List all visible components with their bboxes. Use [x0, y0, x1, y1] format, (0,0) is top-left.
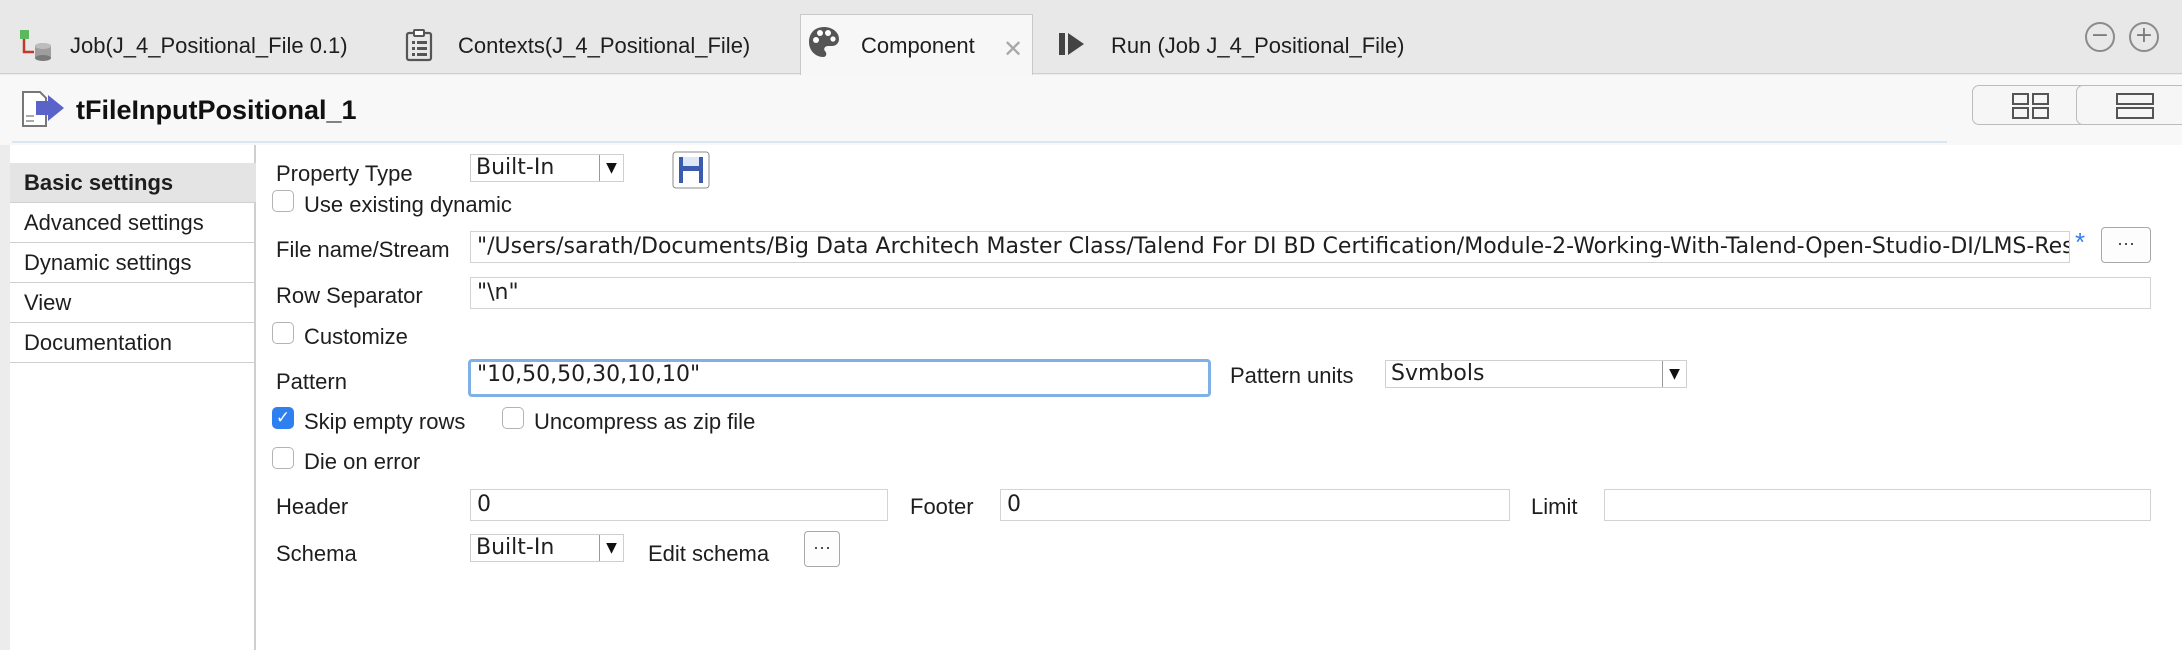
sidebar-item-advanced-settings[interactable]: Advanced settings: [10, 203, 256, 243]
dropdown-arrow-icon: ▼: [599, 535, 623, 561]
editor-tab-bar: Job(J_4_Positional_File 0.1) Contexts(J_…: [0, 0, 2182, 75]
sidebar-item-basic-settings[interactable]: Basic settings: [10, 163, 256, 203]
job-icon: [16, 28, 52, 68]
schema-select[interactable]: Built-In ▼: [470, 534, 624, 562]
component-icon: [20, 89, 66, 134]
use-existing-dynamic-label: Use existing dynamic: [304, 192, 512, 217]
close-icon[interactable]: ✕: [1003, 35, 1023, 64]
palette-icon: [807, 25, 841, 65]
footer-label: Footer: [910, 494, 974, 519]
tab-run-label: Run (Job J_4_Positional_File): [1111, 33, 1405, 58]
file-name-input[interactable]: "/Users/sarath/Documents/Big Data Archit…: [470, 231, 2070, 263]
grid-layout-icon: [2012, 93, 2049, 119]
pattern-input[interactable]: "10,50,50,30,10,10": [468, 359, 1211, 397]
pattern-units-select[interactable]: Svmbols ▼: [1385, 360, 1687, 388]
browse-file-button[interactable]: ···: [2101, 227, 2151, 263]
tab-contexts-label: Contexts(J_4_Positional_File): [458, 33, 751, 58]
tab-job-label: Job(J_4_Positional_File 0.1): [70, 33, 348, 58]
settings-sidebar: Basic settings Advanced settings Dynamic…: [10, 145, 256, 650]
minimize-icon[interactable]: −: [2085, 22, 2115, 52]
use-existing-dynamic-checkbox[interactable]: [272, 190, 294, 212]
header-divider: [12, 141, 1947, 143]
tab-component-label: Component: [861, 33, 975, 58]
property-type-value: Built-In: [476, 155, 555, 180]
limit-label: Limit: [1531, 494, 1578, 519]
skip-empty-rows-label: Skip empty rows: [304, 409, 466, 434]
basic-settings-panel: Property Type Built-In ▼ Use existing dy…: [256, 145, 2182, 650]
dropdown-arrow-icon: ▼: [599, 155, 623, 181]
customize-label: Customize: [304, 324, 408, 349]
uncompress-zip-label: Uncompress as zip file: [534, 409, 756, 434]
footer-input[interactable]: 0: [1000, 489, 1510, 521]
layout-stack-button[interactable]: [2076, 85, 2182, 125]
dropdown-arrow-icon: ▼: [1662, 361, 1686, 387]
customize-checkbox[interactable]: [272, 322, 294, 344]
row-separator-input[interactable]: "\n": [470, 277, 2151, 309]
sidebar-item-dynamic-settings[interactable]: Dynamic settings: [10, 243, 256, 283]
schema-label: Schema: [276, 541, 357, 566]
property-type-select[interactable]: Built-In ▼: [470, 154, 624, 182]
tab-contexts[interactable]: Contexts(J_4_Positional_File): [390, 14, 800, 74]
limit-input[interactable]: [1604, 489, 2151, 521]
skip-empty-rows-checkbox[interactable]: ✓: [272, 407, 294, 429]
run-icon: [1057, 31, 1087, 63]
tab-run[interactable]: Run (Job J_4_Positional_File): [1033, 14, 1453, 74]
row-separator-label: Row Separator: [276, 283, 423, 308]
uncompress-zip-checkbox[interactable]: [502, 407, 524, 429]
modified-marker: *: [2075, 227, 2086, 257]
file-name-label: File name/Stream: [276, 237, 450, 262]
sidebar-item-documentation[interactable]: Documentation: [10, 323, 256, 363]
die-on-error-checkbox[interactable]: [272, 447, 294, 469]
schema-value: Built-In: [476, 535, 555, 560]
save-icon[interactable]: [672, 151, 710, 194]
edit-schema-button[interactable]: ···: [804, 531, 840, 567]
pattern-label: Pattern: [276, 369, 347, 394]
header-input[interactable]: 0: [470, 489, 888, 521]
pattern-units-label: Pattern units: [1230, 363, 1354, 388]
header-label: Header: [276, 494, 349, 519]
pattern-units-value: Svmbols: [1391, 361, 1485, 386]
component-title: tFileInputPositional_1: [76, 95, 357, 125]
clipboard-icon: [404, 28, 436, 68]
die-on-error-label: Die on error: [304, 449, 421, 474]
property-type-label: Property Type: [276, 161, 413, 186]
tab-component[interactable]: Component ✕: [800, 14, 1033, 75]
edit-schema-label: Edit schema: [648, 541, 770, 566]
component-header: tFileInputPositional_1: [0, 75, 2182, 145]
stack-layout-icon: [2116, 93, 2154, 119]
maximize-icon[interactable]: +: [2129, 22, 2159, 52]
tab-job[interactable]: Job(J_4_Positional_File 0.1): [0, 14, 390, 74]
sidebar-item-view[interactable]: View: [10, 283, 256, 323]
layout-grid-button[interactable]: [1972, 85, 2088, 125]
